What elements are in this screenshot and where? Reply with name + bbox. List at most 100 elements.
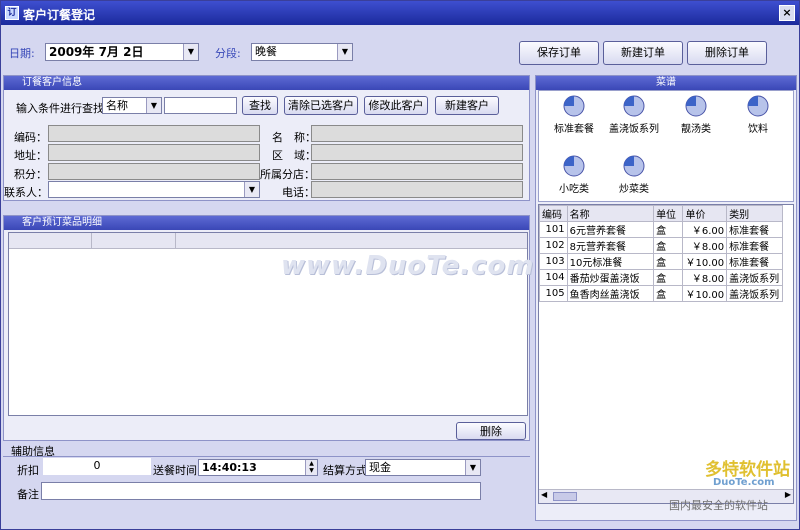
grid-col-divider <box>175 233 176 249</box>
code-field <box>48 125 260 142</box>
chevron-down-icon[interactable]: ▼ <box>146 98 161 113</box>
payment-label: 结算方式 <box>323 464 367 477</box>
table-row[interactable]: 104 番茄炒蛋盖浇饭盒 ￥8.00 盖浇饭系列 <box>539 269 783 286</box>
table-cell: 标准套餐 <box>726 237 783 254</box>
menu-col-header[interactable]: 类别 <box>726 205 783 222</box>
table-cell: 盒 <box>653 285 684 302</box>
search-field-value: 名称 <box>106 99 128 112</box>
table-cell: 标准套餐 <box>726 221 783 238</box>
table-row[interactable]: 102 8元营养套餐盒 ￥8.00 标准套餐 <box>539 237 783 254</box>
watermark-slogan: 国内最安全的软件站 <box>669 499 768 512</box>
chevron-down-icon[interactable]: ▼ <box>244 182 259 197</box>
find-button[interactable]: 查找 <box>242 96 278 115</box>
pie-icon <box>747 95 769 117</box>
menu-items-table: 编码 名称 单位 单价 类别 101 6元营养套餐盒 ￥6.00 标准套餐 102 8元营养套餐盒… <box>539 205 783 302</box>
search-label: 输入条件进行查找 <box>16 102 104 115</box>
table-cell: 8元营养套餐 <box>566 237 655 254</box>
menu-title: 菜谱 <box>536 76 796 90</box>
pie-icon <box>563 95 585 117</box>
customer-info-panel: 订餐客户信息 输入条件进行查找 名称 ▼ 查找 清除已选客户 修改此客户 新建客… <box>3 75 530 201</box>
menu-category-0[interactable]: 标准套餐 <box>541 95 607 135</box>
contact-select[interactable]: ▼ <box>48 181 260 198</box>
pie-icon <box>563 155 585 177</box>
menu-category-label: 小吃类 <box>559 184 589 195</box>
chevron-down-icon[interactable]: ▼ <box>337 44 352 60</box>
search-input[interactable] <box>164 97 237 114</box>
menu-category-label: 饮料 <box>748 124 768 135</box>
order-details-panel: 客户预订菜品明细 删除 <box>3 215 530 441</box>
table-cell: 101 <box>539 221 568 238</box>
spin-arrows-icon[interactable]: ▲ ▼ <box>305 460 317 475</box>
delete-order-button[interactable]: 删除订单 <box>687 41 767 65</box>
order-details-title: 客户预订菜品明细 <box>4 216 529 230</box>
menu-category-2[interactable]: 靓汤类 <box>663 95 729 135</box>
table-cell: 10元标准餐 <box>566 253 655 270</box>
code-label: 编码： <box>14 131 47 144</box>
window-title: 客户订餐登记 <box>23 8 96 22</box>
table-row[interactable]: 101 6元营养套餐盒 ￥6.00 标准套餐 <box>539 221 783 238</box>
menu-category-5[interactable]: 炒菜类 <box>601 155 667 195</box>
note-label: 备注 <box>17 488 39 501</box>
delivery-time-input[interactable]: 14:40:13 ▲ ▼ <box>198 459 318 476</box>
table-cell: 盒 <box>653 221 684 238</box>
note-input[interactable] <box>41 482 481 500</box>
menu-items-body: 101 6元营养套餐盒 ￥6.00 标准套餐 102 8元营养套餐盒 ￥8.00 标准套餐 10… <box>539 221 783 302</box>
table-cell: ￥8.00 <box>682 269 728 286</box>
table-cell: ￥10.00 <box>682 285 728 302</box>
duote-watermark: 多特软件站 DuoTe.com 国内最安全的软件站 <box>665 453 797 519</box>
menu-category-1[interactable]: 盖浇饭系列 <box>601 95 667 135</box>
clear-customer-button[interactable]: 清除已选客户 <box>284 96 358 115</box>
scroll-left-icon[interactable]: ◀ <box>541 490 547 499</box>
table-cell: 番茄炒蛋盖浇饭 <box>566 269 655 286</box>
table-cell: 盒 <box>653 269 684 286</box>
shift-select[interactable]: 晚餐 ▼ <box>251 43 353 61</box>
watermark-url: DuoTe.com <box>713 477 775 488</box>
name-label: 名 称： <box>272 131 316 144</box>
new-order-button[interactable]: 新建订单 <box>603 41 683 65</box>
scrollbar-thumb[interactable] <box>553 492 577 501</box>
table-row[interactable]: 103 10元标准餐盒 ￥10.00 标准套餐 <box>539 253 783 270</box>
menu-category-3[interactable]: 饮料 <box>725 95 791 135</box>
pie-icon <box>623 155 645 177</box>
menu-col-header[interactable]: 单价 <box>682 205 728 222</box>
table-cell: 鱼香肉丝盖浇饭 <box>566 285 655 302</box>
table-cell: 盖浇饭系列 <box>726 285 783 302</box>
close-button[interactable]: × <box>779 5 795 21</box>
grid-header-row <box>9 233 527 249</box>
menu-col-header[interactable]: 名称 <box>566 205 655 222</box>
pie-icon <box>623 95 645 117</box>
search-field-select[interactable]: 名称 ▼ <box>102 97 162 114</box>
table-cell: ￥10.00 <box>682 253 728 270</box>
area-label: 区 域： <box>272 149 316 162</box>
chevron-down-icon[interactable]: ▼ <box>183 44 198 60</box>
table-cell: 盖浇饭系列 <box>726 269 783 286</box>
branch-label: 所属分店： <box>260 168 315 181</box>
aux-divider <box>3 456 530 457</box>
menu-col-header[interactable]: 单位 <box>653 205 684 222</box>
menu-category-label: 炒菜类 <box>619 184 649 195</box>
table-cell: 盒 <box>653 237 684 254</box>
table-cell: ￥8.00 <box>682 237 728 254</box>
title-bar: 订 客户订餐登记 × <box>1 1 799 25</box>
menu-category-label: 标准套餐 <box>554 124 594 135</box>
discount-input[interactable]: 0 <box>43 458 151 475</box>
chevron-down-icon[interactable]: ▼ <box>465 460 480 475</box>
new-customer-button[interactable]: 新建客户 <box>435 96 499 115</box>
payment-select[interactable]: 现金 ▼ <box>365 459 481 476</box>
table-cell: 104 <box>539 269 568 286</box>
menu-category-4[interactable]: 小吃类 <box>541 155 607 195</box>
modify-customer-button[interactable]: 修改此客户 <box>364 96 428 115</box>
date-picker[interactable]: 2009年 7月 2日 ▼ <box>45 43 199 61</box>
save-order-button[interactable]: 保存订单 <box>519 41 599 65</box>
points-label: 积分： <box>14 168 47 181</box>
delete-item-button[interactable]: 删除 <box>456 422 526 440</box>
table-row[interactable]: 105 鱼香肉丝盖浇饭盒 ￥10.00 盖浇饭系列 <box>539 285 783 302</box>
table-cell: 标准套餐 <box>726 253 783 270</box>
discount-label: 折扣 <box>17 464 39 477</box>
date-label: 日期: <box>9 47 35 60</box>
delivery-time-value: 14:40:13 <box>202 461 257 474</box>
customer-info-title: 订餐客户信息 <box>4 76 529 90</box>
points-field <box>48 163 260 180</box>
menu-col-header[interactable]: 编码 <box>539 205 568 222</box>
table-cell: 6元营养套餐 <box>566 221 655 238</box>
